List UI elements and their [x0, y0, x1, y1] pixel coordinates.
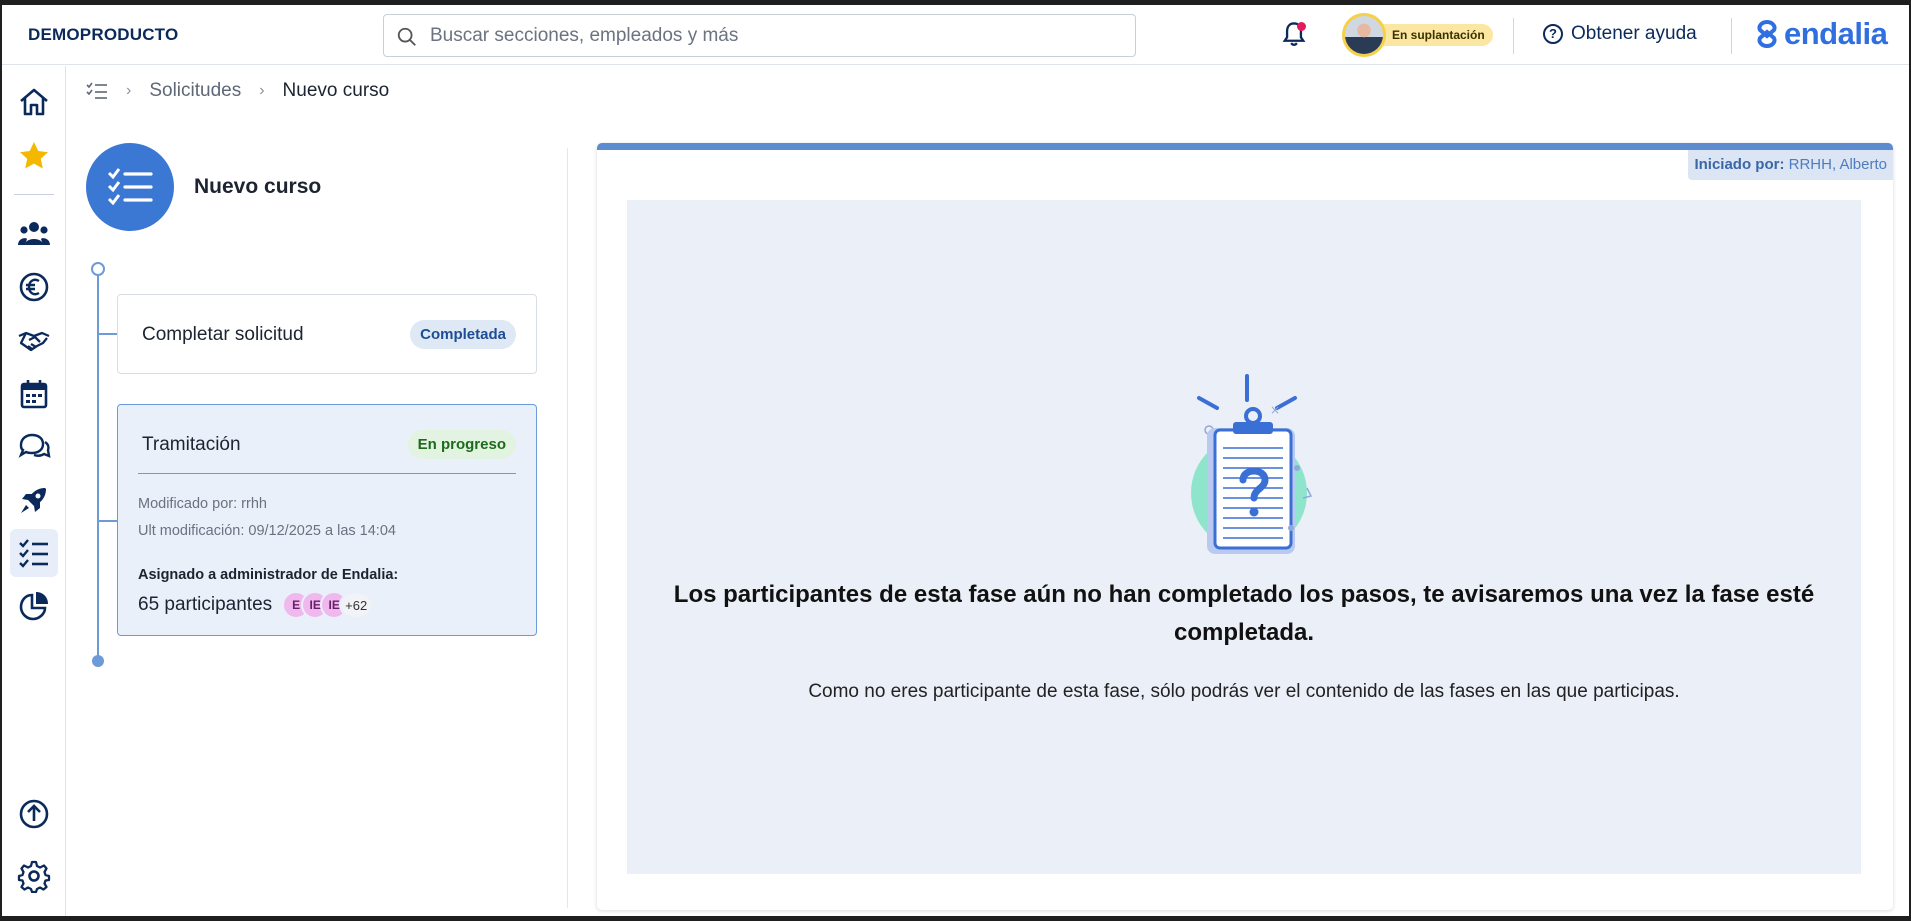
sidebar-item-requests[interactable] — [10, 529, 58, 577]
sidebar-item-payroll[interactable] — [10, 263, 58, 311]
initiated-by: Iniciado por: RRHH, Alberto — [1688, 150, 1893, 180]
phase-card[interactable]: Tramitación En progreso Modificado por: … — [117, 404, 537, 636]
participant-avatars[interactable]: E IE IE +62 — [282, 591, 374, 619]
help-icon: ? — [1543, 24, 1563, 44]
participants-count: 65 participantes — [138, 594, 273, 615]
help-label: Obtener ayuda — [1571, 23, 1697, 44]
breadcrumb-requests[interactable]: Solicitudes — [149, 80, 241, 102]
gear-icon — [17, 860, 51, 893]
breadcrumb: › Solicitudes › Nuevo curso — [86, 80, 389, 102]
checklist-icon — [107, 168, 153, 206]
phase-title: Tramitación — [142, 434, 241, 455]
timeline-branch — [98, 333, 118, 335]
notifications-button[interactable] — [1280, 20, 1308, 50]
process-icon — [86, 143, 174, 231]
euro-icon — [19, 272, 49, 302]
app-window: DEMOPRODUCTO En suplantación ? Obtener a… — [2, 5, 1909, 916]
notification-dot — [1297, 22, 1306, 31]
rocket-icon — [21, 488, 46, 513]
chat-icon — [18, 433, 51, 458]
sidebar-item-recruiting[interactable] — [10, 316, 58, 364]
initiated-label: Iniciado por: — [1694, 156, 1785, 173]
upload-icon — [19, 799, 49, 829]
sidebar — [2, 66, 66, 916]
sidebar-item-home[interactable] — [10, 78, 58, 126]
avatar[interactable] — [1342, 13, 1386, 57]
assigned-label: Asignado a administrador de Endalia: — [138, 567, 399, 583]
clipboard-question-icon: × — [1191, 374, 1313, 554]
last-modified: Ult modificación: 09/12/2025 a las 14:04 — [138, 523, 396, 539]
status-badge: Completada — [410, 320, 516, 349]
home-icon — [20, 88, 48, 116]
sidebar-item-favorites[interactable] — [10, 132, 58, 180]
timeline-end-dot — [92, 655, 104, 667]
timeline — [97, 269, 99, 659]
chevron-right-icon: › — [259, 82, 265, 99]
modified-by: Modificado por: rrhh — [138, 496, 267, 512]
star-icon — [20, 142, 48, 169]
timeline-branch — [98, 520, 118, 522]
initiated-user: RRHH, Alberto — [1788, 156, 1887, 173]
divider — [1513, 18, 1514, 54]
checklist-icon — [19, 539, 48, 568]
top-bar: DEMOPRODUCTO En suplantación ? Obtener a… — [2, 5, 1909, 65]
svg-text:×: × — [1270, 403, 1280, 417]
help-link[interactable]: ? Obtener ayuda — [1543, 23, 1697, 45]
search-box[interactable] — [383, 14, 1136, 57]
search-icon — [397, 27, 416, 46]
panel-divider — [567, 148, 568, 908]
breadcrumb-current: Nuevo curso — [282, 80, 390, 101]
pie-chart-icon — [19, 592, 48, 621]
user-menu[interactable]: En suplantación — [1342, 13, 1493, 57]
empty-state-subtitle: Como no eres participante de esta fase, … — [808, 681, 1680, 702]
brand-logo[interactable]: endalia — [1752, 16, 1888, 52]
status-badge: En progreso — [407, 430, 516, 459]
brand-name: endalia — [1784, 16, 1888, 51]
sidebar-item-calendar[interactable] — [10, 370, 58, 418]
phase-card[interactable]: Completar solicitud Completada — [117, 294, 537, 374]
people-icon — [18, 222, 50, 245]
empty-state-title: Los participantes de esta fase aún no ha… — [673, 581, 1815, 646]
sidebar-item-people[interactable] — [10, 210, 58, 258]
chevron-right-icon: › — [126, 82, 132, 99]
sidebar-item-upload[interactable] — [10, 790, 58, 838]
checklist-icon — [86, 82, 107, 99]
timeline-start-dot — [91, 262, 105, 276]
handshake-icon — [18, 331, 50, 352]
sidebar-item-onboarding[interactable] — [10, 476, 58, 524]
search-input[interactable] — [430, 15, 1120, 56]
sidebar-divider — [14, 194, 54, 195]
calendar-icon — [20, 380, 48, 409]
endalia-logo-icon — [1757, 19, 1777, 49]
company-name: DEMOPRODUCTO — [28, 25, 179, 44]
phase-title: Completar solicitud — [142, 324, 304, 345]
more-participants[interactable]: +62 — [339, 591, 374, 619]
sidebar-item-settings[interactable] — [10, 852, 58, 900]
impersonation-badge: En suplantación — [1380, 24, 1493, 46]
phase-content-card: Iniciado por: RRHH, Alberto × Los partic… — [597, 143, 1893, 910]
divider — [1731, 18, 1732, 54]
process-title: Nuevo curso — [194, 175, 322, 198]
empty-state: × Los participantes de esta fase aún no … — [627, 200, 1861, 874]
sidebar-item-reports[interactable] — [10, 582, 58, 630]
participants[interactable]: 65 participantes E IE IE +62 — [138, 591, 374, 619]
sidebar-item-messages[interactable] — [10, 423, 58, 471]
phase-divider — [138, 473, 516, 474]
